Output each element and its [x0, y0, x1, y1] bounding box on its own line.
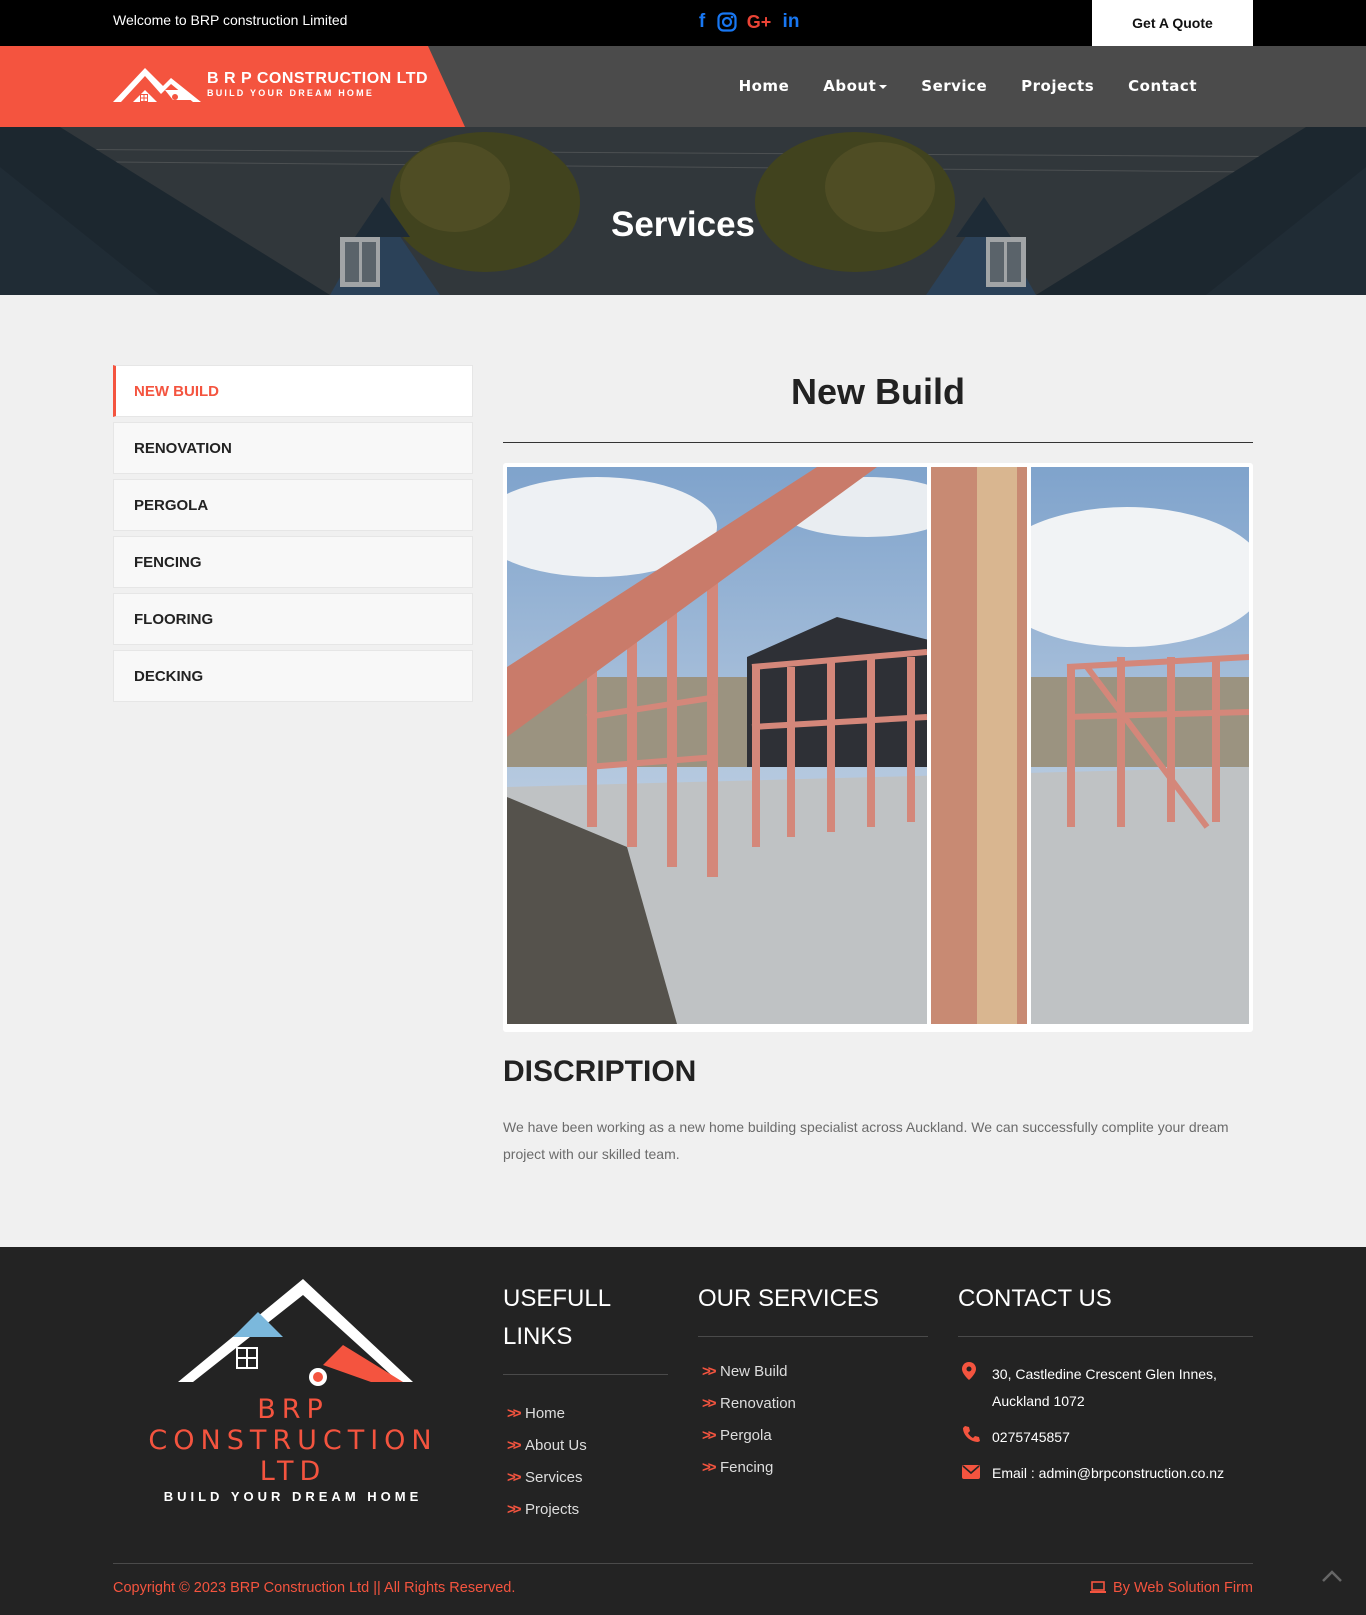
nav-service[interactable]: Service [921, 77, 987, 95]
nav-about-label: About [823, 77, 877, 95]
footer-logo[interactable]: BRP CONSTRUCTION LTD BUILD YOUR DREAM HO… [113, 1277, 473, 1504]
footer-service-renovation[interactable]: >> Renovation [698, 1387, 928, 1419]
footer-link-home[interactable]: >> Home [503, 1397, 668, 1429]
divider [958, 1336, 1253, 1337]
useful-links-column: USEFULL LINKS >> Home >> About Us >> Service… [503, 1280, 668, 1525]
contact-address: 30, Castledine Crescent Glen Innes, Auck… [958, 1361, 1253, 1415]
scroll-to-top-icon[interactable] [1319, 1566, 1345, 1586]
contact-email[interactable]: Email : admin@brpconstruction.co.nz [958, 1460, 1253, 1487]
double-chevron-icon: >> [507, 1468, 522, 1486]
copyright-text: Copyright © 2023 BRP Construction Ltd ||… [113, 1580, 516, 1596]
footer-brand-tagline: BUILD YOUR DREAM HOME [163, 1489, 423, 1504]
nav-projects[interactable]: Projects [1021, 77, 1094, 95]
service-photo [507, 467, 1249, 1024]
double-chevron-icon: >> [702, 1458, 717, 1476]
site-footer: BRP CONSTRUCTION LTD BUILD YOUR DREAM HO… [0, 1247, 1366, 1615]
house-logo-icon [113, 68, 201, 102]
our-services-heading: OUR SERVICES [698, 1285, 879, 1312]
title-divider [503, 442, 1253, 443]
sidebar-item-decking[interactable]: DECKING [113, 650, 473, 702]
double-chevron-icon: >> [702, 1362, 717, 1380]
page-title: Services [610, 205, 756, 244]
sidebar-item-pergola[interactable]: PERGOLA [113, 479, 473, 531]
facebook-icon[interactable]: f [694, 9, 710, 35]
top-bar: Welcome to BRP construction Limited f G+… [0, 0, 1366, 46]
double-chevron-icon: >> [702, 1426, 717, 1444]
contact-heading: CONTACT US [958, 1285, 1112, 1312]
main-navbar: B R P CONSTRUCTION LTD BUILD YOUR DREAM … [0, 46, 1366, 127]
linkedin-icon[interactable]: in [780, 9, 802, 35]
sidebar-item-new-build[interactable]: NEW BUILD [113, 365, 473, 417]
divider [698, 1336, 928, 1337]
double-chevron-icon: >> [507, 1500, 522, 1518]
divider [503, 1374, 668, 1375]
page-banner: Services [0, 127, 1366, 295]
footer-service-fencing[interactable]: >> Fencing [698, 1451, 928, 1483]
brand-tagline: BUILD YOUR DREAM HOME [207, 87, 375, 98]
nav-about[interactable]: About [823, 77, 888, 95]
google-plus-icon[interactable]: G+ [744, 9, 774, 35]
developer-credit[interactable]: By Web Solution Firm [1090, 1580, 1253, 1596]
instagram-icon[interactable] [716, 9, 738, 35]
footer-divider [113, 1563, 1253, 1564]
useful-links-heading: USEFULL LINKS [503, 1285, 612, 1350]
description-text: We have been working as a new home build… [503, 1119, 1229, 1162]
footer-brand-name: BRP CONSTRUCTION LTD [148, 1394, 438, 1487]
footer-house-logo-icon [178, 1279, 413, 1386]
nav-menu: Home About Service Projects Contact [739, 77, 1197, 95]
footer-link-projects[interactable]: >> Projects [503, 1493, 668, 1525]
footer-service-pergola[interactable]: >> Pergola [698, 1419, 928, 1451]
map-pin-icon [958, 1361, 992, 1415]
sidebar-item-fencing[interactable]: FENCING [113, 536, 473, 588]
sidebar-item-renovation[interactable]: RENOVATION [113, 422, 473, 474]
double-chevron-icon: >> [507, 1404, 522, 1422]
double-chevron-icon: >> [507, 1436, 522, 1454]
nav-contact[interactable]: Contact [1128, 77, 1197, 95]
contact-column: CONTACT US 30, Castledine Crescent Glen … [958, 1280, 1253, 1496]
caret-down-icon [879, 84, 888, 89]
brand-name: B R P CONSTRUCTION LTD [207, 69, 429, 87]
laptop-icon [1090, 1580, 1113, 1596]
footer-service-new-build[interactable]: >> New Build [698, 1355, 928, 1387]
double-chevron-icon: >> [702, 1394, 717, 1412]
footer-link-services[interactable]: >> Services [503, 1461, 668, 1493]
service-title: New Build [790, 371, 965, 412]
site-logo[interactable]: B R P CONSTRUCTION LTD BUILD YOUR DREAM … [113, 64, 428, 104]
contact-phone[interactable]: 0275745857 [958, 1424, 1253, 1451]
nav-home[interactable]: Home [739, 77, 790, 95]
get-a-quote-button[interactable]: Get A Quote [1092, 0, 1253, 46]
service-photo-frame [503, 463, 1253, 1032]
sidebar-item-flooring[interactable]: FLOORING [113, 593, 473, 645]
envelope-icon [958, 1460, 992, 1487]
phone-icon [958, 1424, 992, 1451]
footer-link-about[interactable]: >> About Us [503, 1429, 668, 1461]
welcome-text: Welcome to BRP construction Limited [113, 12, 348, 28]
our-services-column: OUR SERVICES >> New Build >> Renovation >>… [698, 1280, 928, 1483]
service-sidebar: NEW BUILD RENOVATION PERGOLA FENCING FLO… [113, 365, 473, 707]
description-heading: DISCRIPTION [503, 1055, 697, 1088]
social-links: f G+ in [694, 9, 802, 35]
